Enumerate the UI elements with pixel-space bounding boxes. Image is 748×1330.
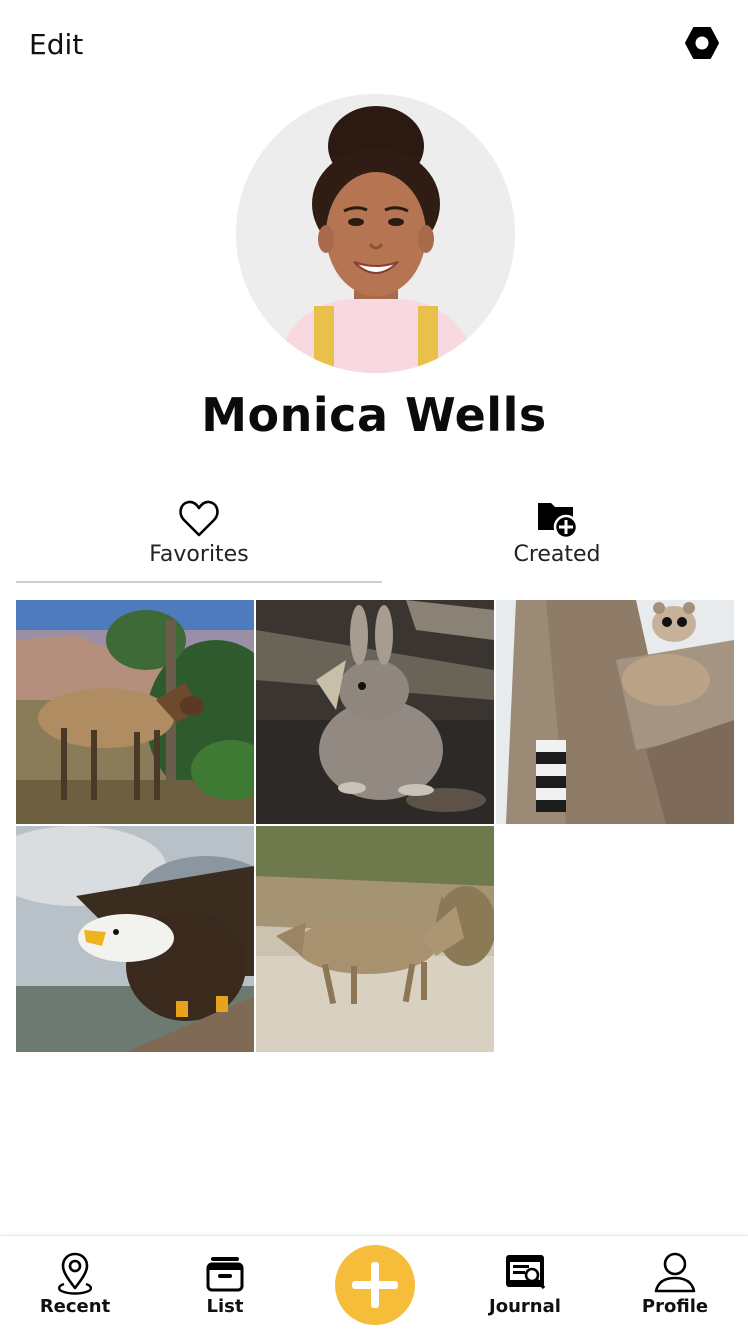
list-box-icon [206,1257,244,1292]
photo-rabbit[interactable] [256,600,494,824]
tab-favorites-label: Favorites [149,542,249,567]
tab-favorites[interactable]: Favorites [16,497,382,581]
heart-icon [179,500,219,537]
avatar [236,94,515,373]
photo-coyote[interactable] [256,826,494,1052]
user-icon [654,1252,696,1293]
nav-profile[interactable]: Profile [615,1250,735,1317]
nav-recent-label: Recent [39,1296,111,1317]
folder-add-icon [538,503,579,540]
journal-icon [506,1255,546,1290]
bottom-nav: Recent List Journal Profile [0,1235,748,1330]
nav-journal-label: Journal [489,1296,561,1317]
tab-created-label: Created [513,542,601,567]
photo-ringtail[interactable] [496,600,734,824]
add-button[interactable] [335,1245,415,1325]
map-pin-icon [57,1252,93,1295]
tab-created[interactable]: Created [374,497,740,581]
nav-list[interactable]: List [165,1250,285,1317]
nav-profile-label: Profile [641,1296,709,1317]
plus-icon [352,1262,398,1308]
active-tab-indicator [16,581,382,583]
nav-recent[interactable]: Recent [15,1250,135,1317]
gear-hexagon-icon [685,27,719,59]
profile-name: Monica Wells [201,388,547,442]
settings-button[interactable] [684,25,720,61]
photo-elk[interactable] [16,600,254,824]
edit-button[interactable]: Edit [29,28,83,61]
nav-list-label: List [206,1296,244,1317]
nav-journal[interactable]: Journal [465,1250,585,1317]
profile-screen: Edit Monica Wells Favorites Created Rece… [0,0,748,1330]
photo-bald-eagle[interactable] [16,826,254,1052]
